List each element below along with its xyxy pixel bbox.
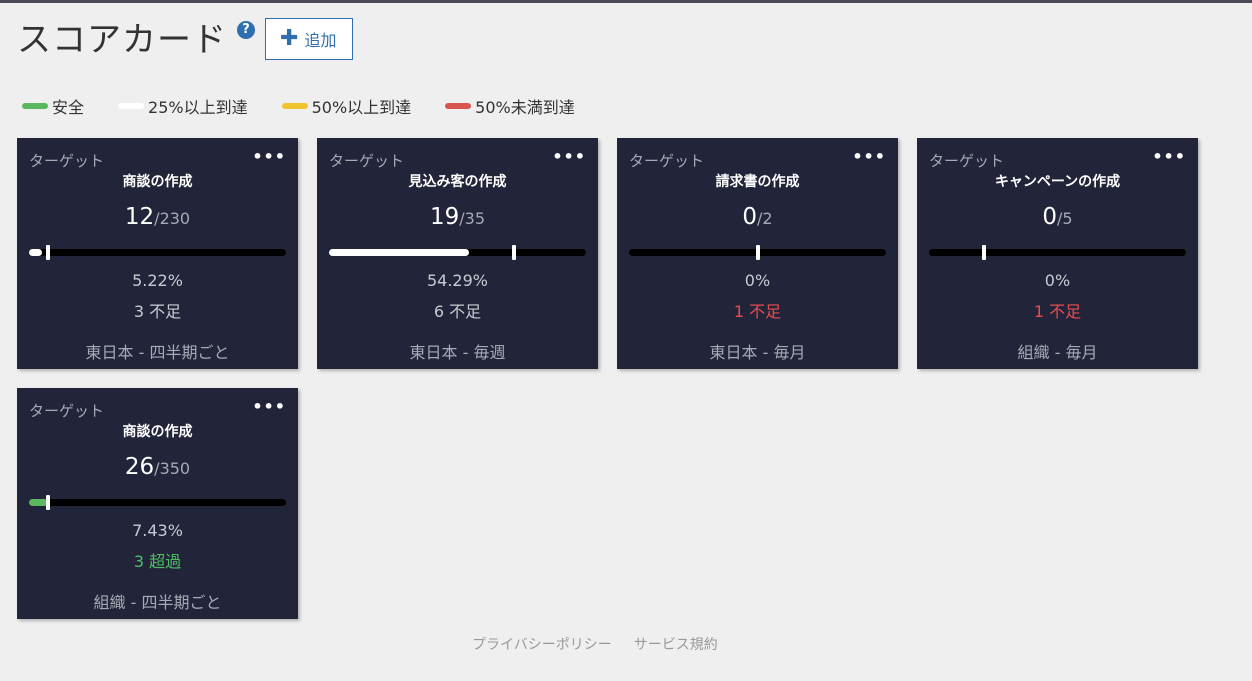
- card-value: 26/350: [17, 454, 298, 480]
- card-current-value: 0: [1042, 204, 1058, 230]
- card-metric-name: 商談の作成: [122, 424, 193, 440]
- card-type-label: ターゲット: [929, 152, 1005, 170]
- legend-item-below-50: 50%未満到達: [445, 94, 575, 118]
- progress-marker: [755, 245, 760, 260]
- card-current-value: 0: [742, 204, 758, 230]
- card-type-label: ターゲット: [29, 152, 105, 170]
- page-header: スコアカード ? ✚ 追加: [17, 18, 354, 62]
- more-options-icon[interactable]: •••: [252, 147, 286, 166]
- card-type-label: ターゲット: [629, 152, 705, 170]
- card-period: 東日本 - 毎月: [709, 343, 806, 362]
- card-percent: 5.22%: [132, 271, 183, 290]
- card-status: 1 不足: [733, 302, 782, 321]
- legend-label: 安全: [52, 98, 85, 117]
- card-metric-name: キャンペーンの作成: [994, 174, 1121, 190]
- progress-fill: [329, 249, 469, 256]
- card-period: 東日本 - 毎週: [409, 343, 506, 362]
- card-value: 12/230: [17, 204, 298, 230]
- help-icon[interactable]: ?: [237, 21, 255, 39]
- legend-swatch: [445, 103, 472, 109]
- legend-item-safe: 安全: [22, 94, 84, 118]
- scorecard-card[interactable]: ターゲット ••• 請求書の作成 0/2 0% 1 不足 東日本 - 毎月: [617, 138, 898, 369]
- legend-swatch: [281, 103, 308, 109]
- card-value: 19/35: [317, 204, 598, 230]
- card-type-label: ターゲット: [329, 152, 405, 170]
- scorecard-card[interactable]: ターゲット ••• 商談の作成 12/230 5.22% 3 不足 東日本 - …: [17, 138, 298, 369]
- legend-item-25: 25%以上到達: [118, 94, 248, 118]
- card-target-value: /35: [459, 209, 486, 228]
- footer: プライバシーポリシー サービス規約: [472, 634, 718, 654]
- legend-label: 50%未満到達: [475, 98, 575, 117]
- more-options-icon[interactable]: •••: [252, 397, 286, 416]
- progress-fill: [29, 249, 43, 256]
- card-value: 0/2: [617, 204, 898, 230]
- card-type-label: ターゲット: [29, 402, 105, 420]
- card-percent: 0%: [744, 271, 771, 290]
- card-period: 東日本 - 四半期ごと: [85, 343, 230, 362]
- card-period: 組織 - 四半期ごと: [93, 593, 222, 612]
- card-metric-name: 商談の作成: [122, 174, 193, 190]
- page-title: スコアカード: [17, 20, 227, 60]
- card-percent: 54.29%: [426, 271, 488, 290]
- card-target-value: /5: [1057, 209, 1073, 228]
- progress-track: [29, 495, 286, 510]
- add-button[interactable]: ✚ 追加: [265, 18, 354, 60]
- card-status: 3 不足: [133, 302, 182, 321]
- terms-of-service-link[interactable]: サービス規約: [634, 634, 718, 654]
- progress-track: [929, 245, 1186, 260]
- card-status: 6 不足: [433, 302, 482, 321]
- card-target-value: /230: [154, 209, 191, 228]
- card-percent: 7.43%: [132, 521, 183, 540]
- legend: 安全 25%以上到達 50%以上到達 50%未満到達: [22, 94, 609, 118]
- progress-marker: [46, 245, 51, 260]
- card-metric-name: 請求書の作成: [715, 174, 800, 190]
- more-options-icon[interactable]: •••: [1152, 147, 1186, 166]
- card-current-value: 12: [124, 204, 155, 230]
- card-target-value: /2: [757, 209, 773, 228]
- add-button-label: 追加: [304, 31, 337, 50]
- progress-fill: [29, 499, 49, 506]
- card-period: 組織 - 毎月: [1017, 343, 1098, 362]
- scorecard-card[interactable]: ターゲット ••• 商談の作成 26/350 7.43% 3 超過 組織 - 四…: [17, 388, 298, 619]
- scorecard-card[interactable]: ターゲット ••• キャンペーンの作成 0/5 0% 1 不足 組織 - 毎月: [917, 138, 1198, 369]
- card-current-value: 19: [429, 204, 460, 230]
- privacy-policy-link[interactable]: プライバシーポリシー: [472, 634, 612, 654]
- legend-label: 50%以上到達: [311, 98, 412, 117]
- legend-swatch: [22, 103, 48, 109]
- more-options-icon[interactable]: •••: [852, 147, 886, 166]
- card-percent: 0%: [1044, 271, 1071, 290]
- progress-track: [329, 245, 586, 260]
- scorecard-card[interactable]: ターゲット ••• 見込み客の作成 19/35 54.29% 6 不足 東日本 …: [317, 138, 598, 369]
- progress-track: [629, 245, 886, 260]
- legend-item-50: 50%以上到達: [281, 94, 412, 118]
- progress-marker: [982, 245, 987, 260]
- card-status: 1 不足: [1033, 302, 1082, 321]
- progress-marker: [512, 245, 517, 260]
- progress-track: [29, 245, 286, 260]
- progress-marker: [46, 495, 51, 510]
- card-target-value: /350: [154, 459, 191, 478]
- card-value: 0/5: [917, 204, 1198, 230]
- top-border: [0, 0, 1252, 3]
- card-metric-name: 見込み客の作成: [408, 174, 507, 190]
- legend-swatch: [118, 103, 145, 109]
- legend-label: 25%以上到達: [148, 98, 248, 117]
- card-current-value: 26: [124, 454, 155, 480]
- more-options-icon[interactable]: •••: [552, 147, 586, 166]
- plus-icon: ✚: [280, 26, 299, 51]
- card-status: 3 超過: [133, 552, 182, 571]
